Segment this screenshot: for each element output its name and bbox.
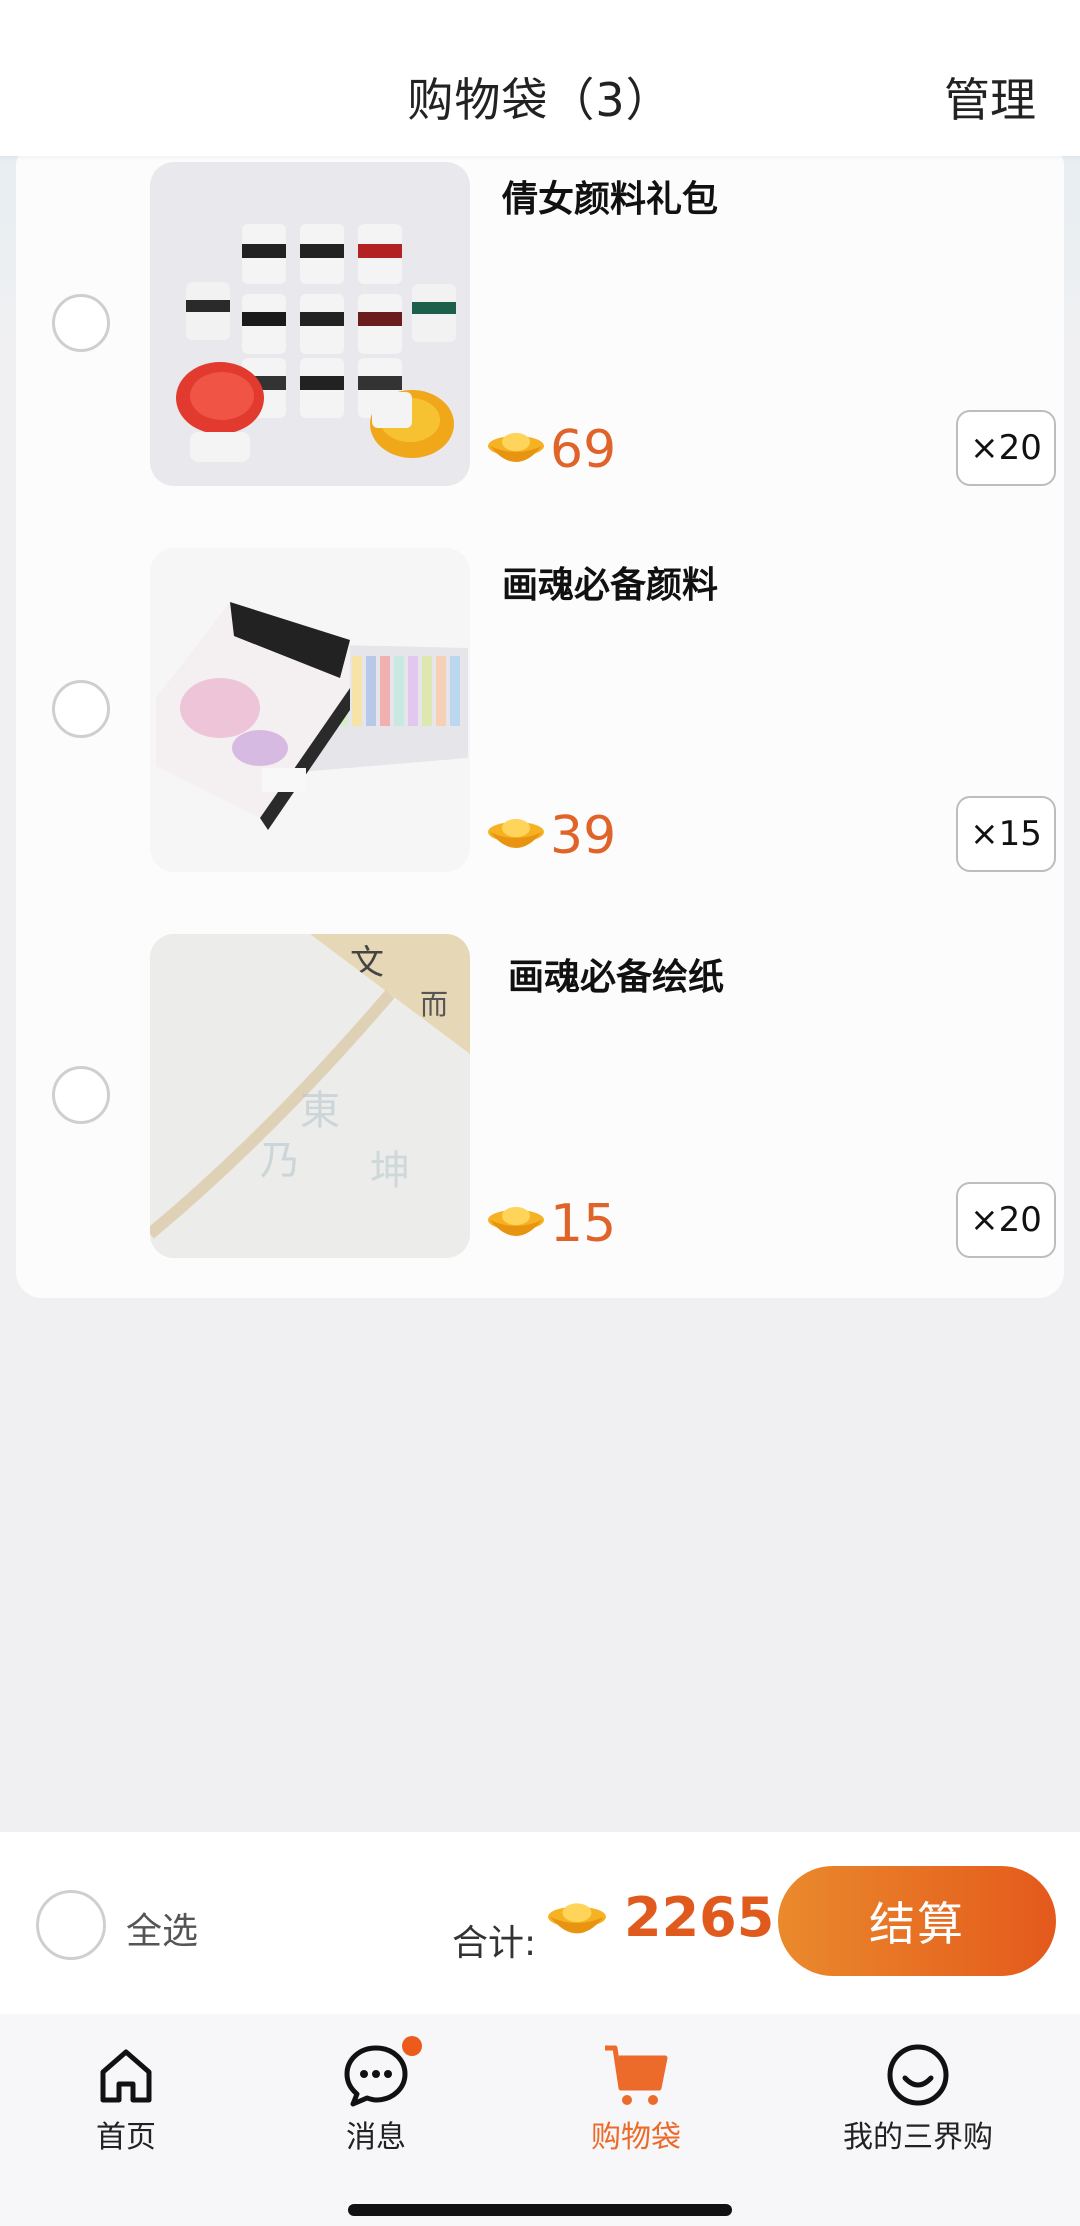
checkout-button[interactable]: 结算 bbox=[778, 1866, 1056, 1976]
product-title[interactable]: 倩女颜料礼包 bbox=[502, 170, 718, 222]
select-all-checkbox[interactable] bbox=[36, 1890, 106, 1960]
message-icon bbox=[344, 2045, 408, 2107]
tab-label: 消息 bbox=[346, 2120, 406, 2155]
svg-text:乃: 乃 bbox=[260, 1138, 300, 1184]
manage-button[interactable]: 管理 bbox=[944, 64, 1036, 130]
tab-cart[interactable]: 购物袋 bbox=[536, 2040, 736, 2156]
tab-profile[interactable]: 我的三界购 bbox=[818, 2040, 1018, 2156]
select-all-label[interactable]: 全选 bbox=[126, 1902, 198, 1954]
quantity-button[interactable]: ×15 bbox=[956, 796, 1056, 872]
svg-text:坤: 坤 bbox=[370, 1148, 410, 1194]
svg-text:而: 而 bbox=[420, 988, 448, 1021]
bottom-tab-bar: 首页 消息 购物袋 我的三界购 bbox=[0, 2014, 1080, 2226]
tab-home[interactable]: 首页 bbox=[26, 2040, 226, 2156]
cart-item: 文 而 新 東 乃 坤 画魂必备绘纸 15 ×20 bbox=[16, 934, 1064, 1264]
home-icon bbox=[100, 2049, 152, 2103]
product-image-rice-paper[interactable]: 文 而 新 東 乃 坤 bbox=[150, 934, 470, 1258]
item-checkbox[interactable] bbox=[52, 294, 110, 352]
tab-messages[interactable]: 消息 bbox=[276, 2036, 476, 2156]
cart-item: 倩女颜料礼包 69 ×20 bbox=[16, 162, 1064, 492]
unread-badge bbox=[402, 2036, 422, 2056]
gold-ingot-icon bbox=[488, 433, 544, 462]
product-title[interactable]: 画魂必备绘纸 bbox=[508, 948, 724, 1000]
cart-item: 画魂必备颜料 39 ×15 bbox=[16, 548, 1064, 878]
price-value: 39 bbox=[550, 806, 617, 866]
quantity-button[interactable]: ×20 bbox=[956, 1182, 1056, 1258]
item-checkbox[interactable] bbox=[52, 1066, 110, 1124]
price-value: 15 bbox=[550, 1194, 617, 1254]
product-title[interactable]: 画魂必备颜料 bbox=[502, 556, 718, 608]
item-checkbox[interactable] bbox=[52, 680, 110, 738]
checkout-bar: 全选 合计: 2265 结算 bbox=[0, 1832, 1080, 2016]
tab-label: 我的三界购 bbox=[843, 2120, 993, 2155]
app-header: 购物袋（3） 管理 bbox=[0, 0, 1080, 156]
svg-text:東: 東 bbox=[300, 1088, 340, 1134]
smile-icon bbox=[887, 2044, 949, 2106]
product-price: 15 bbox=[486, 1194, 616, 1254]
gold-ingot-icon bbox=[488, 819, 544, 848]
product-price: 39 bbox=[486, 806, 616, 866]
product-image-paint-jars[interactable] bbox=[150, 162, 470, 486]
product-price: 69 bbox=[486, 420, 616, 480]
gold-ingot-icon bbox=[488, 1207, 544, 1236]
home-indicator bbox=[348, 2204, 732, 2216]
total-value: 2265 bbox=[624, 1886, 775, 1949]
product-image-pastel-box[interactable] bbox=[150, 548, 470, 872]
cart-list: 倩女颜料礼包 69 ×20 画魂必备颜料 39 ×15 文 而 東 乃 坤 画魂… bbox=[16, 140, 1064, 1298]
gold-ingot-icon bbox=[548, 1903, 606, 1934]
cart-icon bbox=[605, 2045, 668, 2105]
total-label: 合计: bbox=[452, 1923, 537, 1964]
price-value: 69 bbox=[550, 420, 617, 480]
quantity-button[interactable]: ×20 bbox=[956, 410, 1056, 486]
tab-label: 购物袋 bbox=[591, 2120, 681, 2155]
tab-label: 首页 bbox=[96, 2120, 156, 2155]
page-title: 购物袋（3） bbox=[407, 73, 673, 127]
